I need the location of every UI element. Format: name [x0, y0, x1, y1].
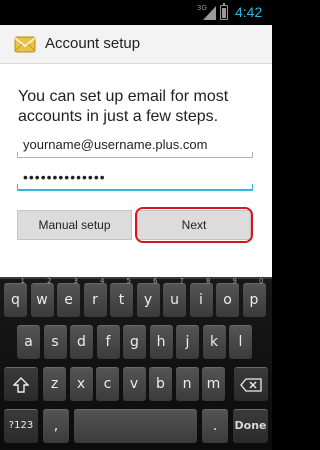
period-key[interactable]: . — [202, 409, 228, 443]
key-i[interactable]: 8i — [189, 277, 213, 317]
key-g[interactable]: g — [123, 325, 146, 359]
key-k[interactable]: k — [202, 325, 226, 359]
key-q[interactable]: 1q — [4, 277, 27, 317]
key-z[interactable]: z — [43, 367, 66, 401]
key-a[interactable]: a — [17, 325, 40, 359]
email-field[interactable] — [17, 132, 253, 158]
key-w[interactable]: 2w — [30, 277, 54, 317]
key-d[interactable]: d — [70, 325, 93, 359]
key-s[interactable]: s — [43, 325, 67, 359]
action-bar: Account setup — [0, 25, 272, 64]
instructions-text: You can set up email for most accounts i… — [18, 88, 229, 125]
password-field[interactable] — [17, 165, 253, 191]
battery-icon — [220, 3, 228, 20]
backspace-icon — [240, 378, 262, 392]
key-y[interactable]: 6y — [136, 277, 160, 317]
symbols-key[interactable]: ?123 — [4, 409, 38, 443]
page-title: Account setup — [45, 35, 141, 52]
key-e[interactable]: 3e — [57, 277, 80, 317]
key-r[interactable]: 4r — [83, 277, 107, 317]
key-n[interactable]: n — [175, 367, 199, 401]
key-f[interactable]: f — [96, 325, 120, 359]
soft-keyboard: 1q 2w 3e 4r 5t 6y 7u 8i 9o 0p a s d f g … — [0, 277, 272, 450]
comma-key[interactable]: , — [43, 409, 69, 443]
key-p[interactable]: 0p — [242, 277, 266, 317]
key-c[interactable]: c — [96, 367, 119, 401]
password-input[interactable] — [23, 167, 247, 187]
clock: 4:42 — [235, 4, 263, 20]
key-t[interactable]: 5t — [110, 277, 133, 317]
manual-setup-button[interactable]: Manual setup — [17, 210, 132, 240]
shift-key[interactable] — [4, 367, 38, 401]
next-button[interactable]: Next — [137, 210, 251, 240]
shift-arrow-icon — [12, 377, 30, 393]
key-o[interactable]: 9o — [216, 277, 239, 317]
key-x[interactable]: x — [69, 367, 93, 401]
key-u[interactable]: 7u — [163, 277, 186, 317]
key-l[interactable]: l — [229, 325, 252, 359]
key-m[interactable]: m — [202, 367, 225, 401]
email-envelope-icon[interactable] — [14, 33, 36, 55]
key-j[interactable]: j — [176, 325, 199, 359]
key-h[interactable]: h — [149, 325, 173, 359]
backspace-key[interactable] — [234, 367, 268, 401]
email-input[interactable] — [23, 134, 247, 154]
signal-icon — [203, 6, 216, 20]
space-key[interactable] — [74, 409, 197, 443]
status-bar: 3G 4:42 — [0, 0, 272, 25]
account-setup-form: You can set up email for most accounts i… — [0, 64, 272, 277]
key-v[interactable]: v — [122, 367, 146, 401]
key-b[interactable]: b — [149, 367, 172, 401]
done-key[interactable]: Done — [233, 409, 268, 443]
